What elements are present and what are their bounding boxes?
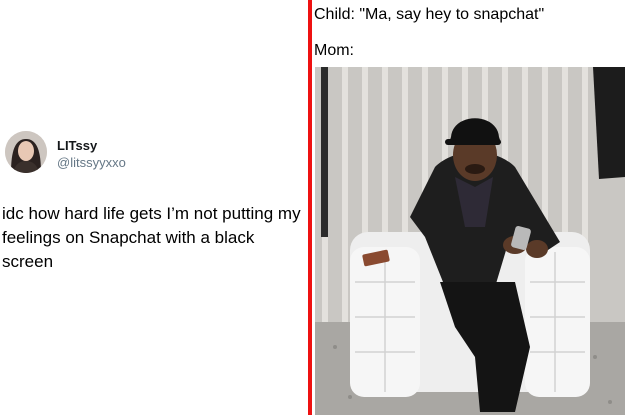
tweet-text: idc how hard life gets I’m not putting m… xyxy=(2,204,301,271)
meme-panel: Child: "Ma, say hey to snapchat" Mom: xyxy=(312,0,625,415)
meme-caption-mom: Mom: xyxy=(314,42,354,59)
tweet-panel: LITssy @litssyyxxo idc how hard life get… xyxy=(0,0,308,415)
user-handle[interactable]: @litssyyxxo xyxy=(57,155,126,170)
meme-caption-child: Child: "Ma, say hey to snapchat" xyxy=(314,6,545,23)
meme-photo xyxy=(315,67,625,415)
display-name[interactable]: LITssy xyxy=(57,138,97,153)
avatar[interactable] xyxy=(5,131,47,173)
